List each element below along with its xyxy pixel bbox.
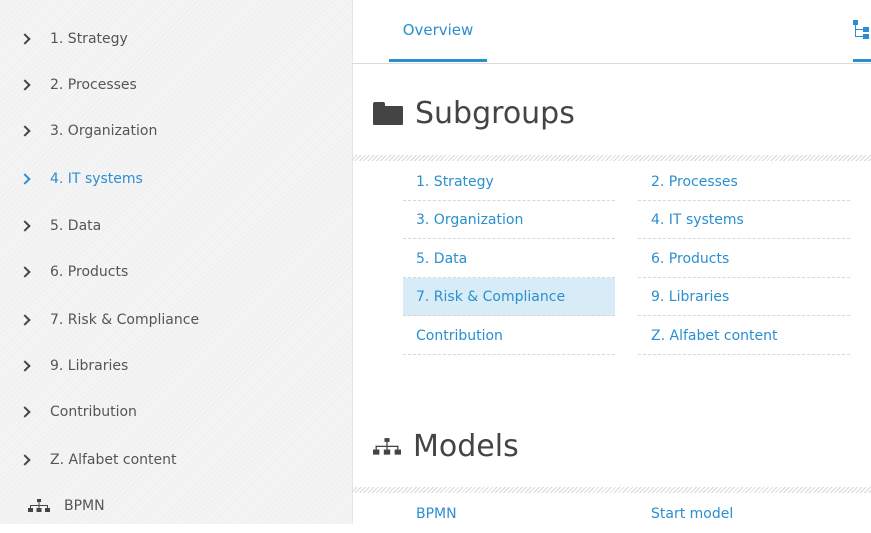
chevron-right-icon	[19, 173, 31, 185]
chevron-right-icon	[19, 360, 31, 372]
folder-icon	[373, 101, 403, 126]
sidebar-item-strategy[interactable]: 1. Strategy	[0, 21, 352, 57]
chevron-right-icon	[19, 125, 31, 137]
sidebar-item-libraries[interactable]: 9. Libraries	[0, 348, 352, 384]
model-link-start-model[interactable]: Start model	[638, 495, 850, 533]
tab-icon-indicator	[853, 59, 871, 62]
sidebar-item-label: BPMN	[64, 498, 105, 514]
chevron-right-icon	[19, 406, 31, 418]
section-divider	[352, 155, 871, 161]
subgroup-link-risk-compliance[interactable]: 7. Risk & Compliance	[403, 278, 615, 316]
hierarchy-icon	[373, 437, 401, 455]
chevron-right-icon	[19, 79, 31, 91]
hierarchy-icon	[28, 499, 50, 512]
sidebar-item-label: 5. Data	[50, 218, 102, 234]
subgroup-link-products[interactable]: 6. Products	[638, 240, 850, 278]
models-title: Models	[413, 429, 519, 464]
chevron-right-icon	[19, 454, 31, 466]
subgroup-link-processes[interactable]: 2. Processes	[638, 163, 850, 201]
tab-overview[interactable]: Overview	[389, 0, 487, 64]
subgroup-link-organization[interactable]: 3. Organization	[403, 201, 615, 239]
sidebar-item-risk-compliance[interactable]: 7. Risk & Compliance	[0, 302, 352, 338]
sidebar-item-products[interactable]: 6. Products	[0, 254, 352, 290]
sidebar-item-label: Z. Alfabet content	[50, 452, 177, 468]
tab-active-indicator	[389, 59, 487, 62]
sidebar-item-alfabet-content[interactable]: Z. Alfabet content	[0, 442, 352, 478]
sidebar-item-label: 3. Organization	[50, 123, 158, 139]
subgroup-link-alfabet-content[interactable]: Z. Alfabet content	[638, 317, 850, 355]
sidebar: 1. Strategy 2. Processes 3. Organization…	[0, 0, 353, 524]
tab-bar: Overview	[352, 0, 871, 64]
tree-structure-icon[interactable]	[853, 20, 871, 42]
sidebar-item-organization[interactable]: 3. Organization	[0, 113, 352, 149]
subgroups-title: Subgroups	[415, 96, 575, 131]
chevron-right-icon	[19, 220, 31, 232]
subgroup-link-strategy[interactable]: 1. Strategy	[403, 163, 615, 201]
sidebar-item-bpmn[interactable]: BPMN	[0, 488, 352, 524]
chevron-right-icon	[19, 266, 31, 278]
subgroups-heading: Subgroups	[373, 96, 575, 131]
sidebar-item-data[interactable]: 5. Data	[0, 208, 352, 244]
subgroup-link-data[interactable]: 5. Data	[403, 240, 615, 278]
sidebar-item-label: 4. IT systems	[50, 171, 143, 187]
sidebar-item-label: 6. Products	[50, 264, 129, 280]
sidebar-item-contribution[interactable]: Contribution	[0, 394, 352, 430]
sidebar-item-processes[interactable]: 2. Processes	[0, 67, 352, 103]
models-heading: Models	[373, 429, 519, 464]
chevron-right-icon	[19, 33, 31, 45]
subgroup-link-contribution[interactable]: Contribution	[403, 317, 615, 355]
sidebar-item-it-systems[interactable]: 4. IT systems	[0, 161, 352, 197]
model-link-bpmn[interactable]: BPMN	[403, 495, 615, 533]
chevron-right-icon	[19, 314, 31, 326]
sidebar-item-label: Contribution	[50, 404, 137, 420]
sidebar-item-label: 1. Strategy	[50, 31, 128, 47]
subgroup-link-libraries[interactable]: 9. Libraries	[638, 278, 850, 316]
sidebar-item-label: 2. Processes	[50, 77, 137, 93]
sidebar-item-label: 9. Libraries	[50, 358, 129, 374]
sidebar-item-label: 7. Risk & Compliance	[50, 312, 200, 328]
section-divider	[352, 487, 871, 493]
subgroup-link-it-systems[interactable]: 4. IT systems	[638, 201, 850, 239]
